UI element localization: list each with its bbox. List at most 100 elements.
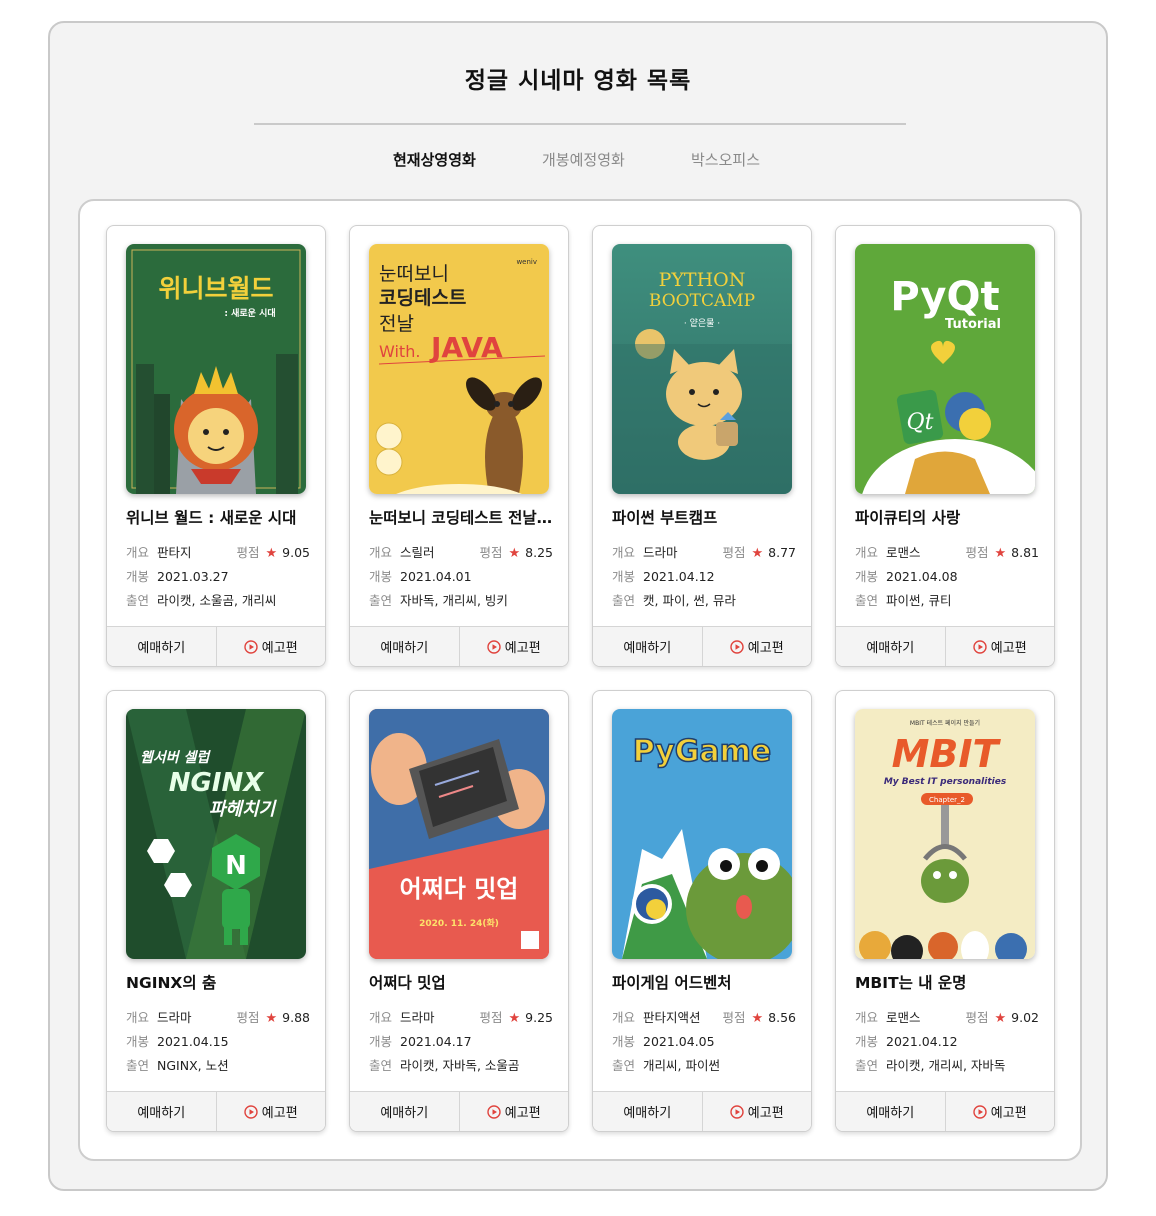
movie-poster[interactable]: MBIT 테스트 페이지 만들기 MBIT My Best IT persona… [855,709,1035,959]
movie-title[interactable]: 눈떠보니 코딩테스트 전날 With. JAVA [369,506,553,528]
book-button[interactable]: 예매하기 [350,1092,459,1131]
overview-label: 개요 [855,545,879,560]
poster-subtitle-line: MBIT 테스트 페이지 만들기 [910,719,980,727]
card-actions: 예매하기 예고편 [107,626,325,666]
movie-poster[interactable]: weniv 눈떠보니 코딩테스트 전날 With. JAVA [369,244,549,494]
cast-label: 출연 [369,1058,393,1073]
book-button-label: 예매하기 [137,1106,186,1121]
book-button[interactable]: 예매하기 [350,627,459,666]
rating-value: 8.56 [768,1010,796,1025]
poster-title-line: PYTHON [659,269,746,291]
movie-overview-row: 개요 판타지 평점 ★ 9.05 [126,542,310,561]
movie-title[interactable]: MBIT는 내 운명 [855,971,1039,993]
cast-label: 출연 [126,593,150,608]
movie-title[interactable]: NGINX의 춤 [126,971,310,993]
poster-subtitle-line: · 얕은물 · [684,318,720,329]
star-icon: ★ [751,1011,764,1026]
frog-icon: PyGame [612,709,792,959]
genre-value: 판타지액션 [643,1010,701,1025]
movie-release-row: 개봉 2021.04.15 [126,1031,310,1050]
rating: 평점 ★ 8.81 [965,542,1039,561]
cast-value: NGINX, 노션 [157,1058,229,1073]
card-actions: 예매하기 예고편 [836,626,1054,666]
movie-poster[interactable]: PyQt Tutorial Qt [855,244,1035,494]
movie-title[interactable]: 어쩌다 밋업 [369,971,553,993]
poster-title-line: 파헤치기 [209,799,278,820]
book-button[interactable]: 예매하기 [836,627,945,666]
trailer-button[interactable]: 예고편 [458,1092,569,1131]
movie-poster[interactable]: 웹서버 셀럽 NGINX 파헤치기 N [126,709,306,959]
movie-cast-row: 출연 파이썬, 큐티 [855,590,1039,609]
book-button[interactable]: 예매하기 [836,1092,945,1131]
book-button[interactable]: 예매하기 [593,627,702,666]
poster-title-line: N [225,851,247,881]
movie-poster[interactable]: 위니브월드 : 새로운 시대 [126,244,306,494]
movie-poster[interactable]: 어쩌다 밋업 2020. 11. 24(화) [369,709,549,959]
movie-poster[interactable]: PyGame [612,709,792,959]
movie-poster[interactable]: PYTHON BOOTCAMP · 얕은물 · [612,244,792,494]
trailer-button[interactable]: 예고편 [215,1092,326,1131]
trailer-button-label: 예고편 [261,641,298,656]
tab-box-office[interactable]: 박스오피스 [691,149,760,170]
star-icon: ★ [994,1011,1007,1026]
trailer-button[interactable]: 예고편 [944,1092,1055,1131]
movie-cast-row: 출연 개리씨, 파이썬 [612,1055,796,1074]
cast-label: 출연 [855,593,879,608]
poster-subtitle-line: Tutorial [945,317,1001,332]
release-value: 2021.04.05 [643,1034,715,1049]
trailer-button-label: 예고편 [261,1106,298,1121]
book-button[interactable]: 예매하기 [107,627,216,666]
cast-value: 라이캣, 소울곰, 개리씨 [157,593,277,608]
movie-title[interactable]: 파이게임 어드벤처 [612,971,796,993]
genre-value: 판타지 [157,545,192,560]
overview-label: 개요 [369,1010,393,1025]
poster-title-line: NGINX [169,768,266,798]
rating-value: 8.25 [525,545,553,560]
book-button[interactable]: 예매하기 [593,1092,702,1131]
trailer-button[interactable]: 예고편 [701,627,812,666]
book-button-label: 예매하기 [380,1106,429,1121]
rating-label: 평점 [479,1010,503,1025]
poster-title-line: MBIT [892,732,1002,776]
poster-subtitle-line: My Best IT personalities [884,777,1007,787]
rating-label: 평점 [965,545,989,560]
movie-cast-row: 출연 라이캣, 소울곰, 개리씨 [126,590,310,609]
book-button-label: 예매하기 [866,1106,915,1121]
trailer-button[interactable]: 예고편 [215,627,326,666]
trailer-button[interactable]: 예고편 [701,1092,812,1131]
star-icon: ★ [508,1011,521,1026]
star-icon: ★ [994,546,1007,561]
trailer-button[interactable]: 예고편 [944,627,1055,666]
poster-subtitle-line: 2020. 11. 24(화) [419,917,499,929]
rating: 평점 ★ 9.05 [236,542,310,561]
play-circle-icon [244,639,258,654]
overview-label: 개요 [126,545,150,560]
release-label: 개봉 [855,569,879,584]
movie-card: PyQt Tutorial Qt 파이큐티의 사랑 개요 로맨스 평점 ★ 8.81 [835,225,1055,667]
movie-title[interactable]: 위니브 월드 : 새로운 시대 [126,506,310,528]
tab-coming-soon[interactable]: 개봉예정영화 [542,149,625,170]
poster-title-line: PyQt [890,274,999,320]
movie-title[interactable]: 파이썬 부트캠프 [612,506,796,528]
movie-overview-row: 개요 드라마 평점 ★ 9.88 [126,1007,310,1026]
overview-label: 개요 [612,545,636,560]
title-divider [254,123,906,125]
movie-card: 웹서버 셀럽 NGINX 파헤치기 N NGINX의 춤 개요 드라마 평점 ★ 9.… [106,690,326,1132]
qt-python-icon: PyQt Tutorial Qt [855,244,1035,494]
movie-title[interactable]: 파이큐티의 사랑 [855,506,1039,528]
tab-now-showing[interactable]: 현재상영영화 [393,149,476,170]
trailer-button-label: 예고편 [504,641,541,656]
movie-cast-row: 출연 라이캣, 개리씨, 자바독 [855,1055,1039,1074]
rating-value: 8.81 [1011,545,1039,560]
cast-label: 출연 [126,1058,150,1073]
poster-title-line: 어쩌다 밋업 [400,875,519,903]
release-label: 개봉 [126,1034,150,1049]
poster-title-line: Qt [907,410,934,435]
trailer-button[interactable]: 예고편 [458,627,569,666]
page-title: 정글 시네마 영화 목록 [464,68,692,94]
book-button[interactable]: 예매하기 [107,1092,216,1131]
cast-label: 출연 [855,1058,879,1073]
genre-value: 스릴러 [400,545,435,560]
star-icon: ★ [265,1011,278,1026]
genre-value: 드라마 [157,1010,192,1025]
